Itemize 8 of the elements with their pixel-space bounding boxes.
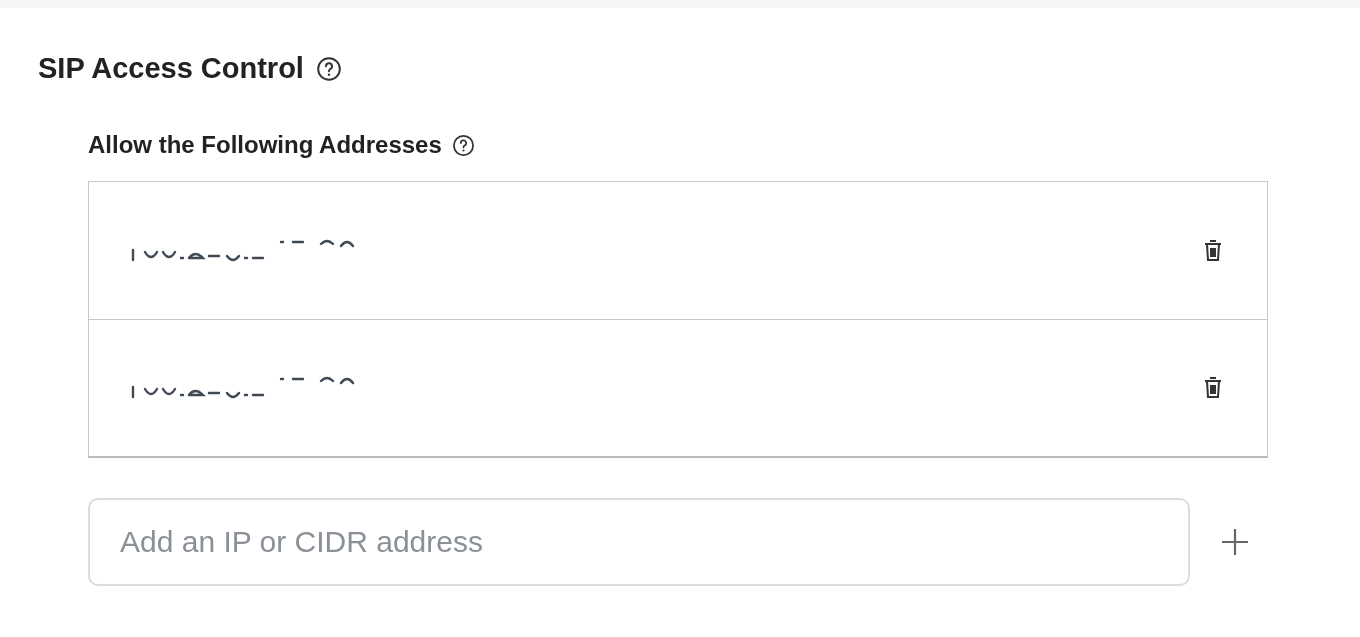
add-icon[interactable] [1220, 527, 1250, 557]
trash-icon[interactable] [1203, 376, 1223, 400]
help-icon[interactable] [451, 133, 475, 157]
list-title: Allow the Following Addresses [88, 131, 442, 159]
trash-icon[interactable] [1203, 238, 1223, 263]
help-icon[interactable] [315, 55, 342, 82]
address-input[interactable]: Add an IP or CIDR address [88, 498, 1190, 586]
section-title: SIP Access Control [38, 52, 304, 85]
